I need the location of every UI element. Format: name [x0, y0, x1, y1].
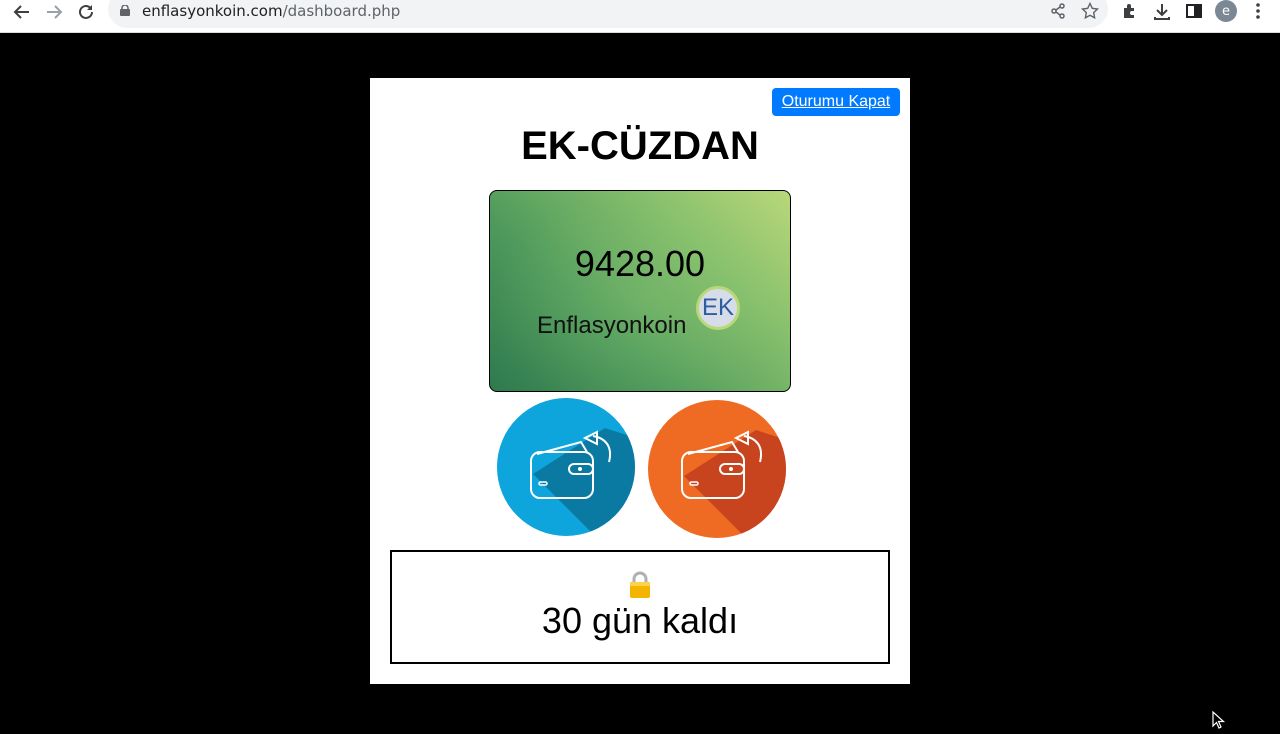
coin-badge: EK [696, 286, 740, 330]
extensions-icon[interactable] [1120, 1, 1140, 21]
balance-amount: 9428.00 [574, 243, 706, 284]
menu-kebab-icon[interactable] [1248, 1, 1268, 21]
days-left-text: 30 gün kaldı [541, 600, 739, 641]
reload-icon[interactable] [74, 0, 98, 24]
url-path: /dashboard.php [282, 2, 401, 20]
browser-toolbar: enflasyonkoin.com/dashboard.php e [0, 0, 1280, 33]
side-panel-icon[interactable] [1184, 1, 1204, 21]
secure-lock-icon [120, 3, 130, 16]
profile-avatar[interactable]: e [1215, 0, 1237, 22]
mouse-cursor-icon [1212, 710, 1226, 734]
url-domain: enflasyonkoin.com [142, 2, 283, 20]
wallet-send-icon [530, 428, 635, 536]
bookmark-star-icon[interactable] [1080, 1, 1100, 21]
balance-card: 9428.00 Enflasyonkoin EK [489, 190, 791, 392]
lock-status-box: 30 gün kaldı [390, 550, 890, 664]
url-text[interactable]: enflasyonkoin.com/dashboard.php [142, 2, 400, 20]
receive-button[interactable] [648, 400, 786, 538]
logout-button[interactable]: Oturumu Kapat [772, 88, 900, 116]
wallet-panel: Oturumu Kapat EK-CÜZDAN 9428.00 Enflasyo… [370, 78, 910, 684]
wallet-receive-icon [681, 430, 786, 538]
send-button[interactable] [497, 398, 635, 536]
download-icon[interactable] [1152, 1, 1172, 21]
lock-icon [628, 570, 652, 600]
page-title: EK-CÜZDAN [521, 124, 759, 168]
back-icon[interactable] [10, 0, 34, 24]
share-icon[interactable] [1048, 1, 1068, 21]
forward-icon[interactable] [42, 0, 66, 24]
coin-name: Enflasyonkoin [537, 312, 687, 339]
